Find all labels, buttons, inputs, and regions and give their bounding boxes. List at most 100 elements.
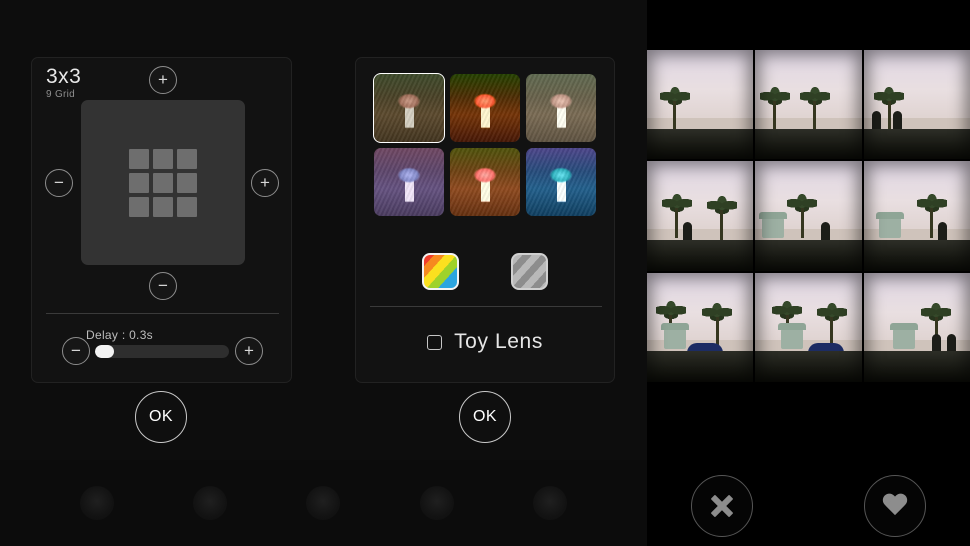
- palm-trunk: [800, 207, 804, 238]
- photo-cell[interactable]: [755, 272, 862, 382]
- lifeguard-tower: [890, 323, 919, 350]
- grid-settings-panel: 3x3 9 Grid + − + − Delay: 0.3s − +: [31, 57, 292, 383]
- app-root: 3x3 9 Grid + − + − Delay: 0.3s − + OK T…: [0, 0, 970, 546]
- seawall-region: [755, 351, 862, 382]
- filter-thumbnail-warm[interactable]: [450, 148, 520, 216]
- color-mode-row: [356, 253, 614, 290]
- delay-slider-fill: [95, 345, 114, 358]
- background-tool-icon: [419, 486, 454, 520]
- background-tool-icon: [306, 486, 341, 520]
- seawall-region: [647, 240, 754, 271]
- grid-heading: 3x3 9 Grid: [46, 65, 81, 101]
- grid-cell: [129, 196, 149, 217]
- minus-icon: −: [54, 172, 64, 192]
- palm-trunk: [773, 100, 777, 131]
- heart-icon: [882, 494, 908, 518]
- grid-cell: [153, 172, 173, 193]
- increase-grid-rows-button[interactable]: +: [149, 66, 177, 94]
- delay-label: Delay : 0.3s: [86, 328, 153, 342]
- grayscale-swatch-icon[interactable]: [511, 253, 548, 290]
- seawall-region: [863, 351, 970, 382]
- lifeguard-tower: [758, 211, 787, 238]
- photo-cell[interactable]: [755, 50, 862, 160]
- photo-cell[interactable]: [647, 161, 754, 271]
- decrease-delay-button[interactable]: −: [62, 337, 90, 365]
- favorite-button[interactable]: [864, 475, 926, 537]
- filter-ok-button[interactable]: OK: [459, 391, 511, 443]
- filter-thumbnail-vivid[interactable]: [450, 74, 520, 142]
- seawall-region: [755, 128, 862, 160]
- grid-cell: [129, 148, 149, 169]
- minus-icon: −: [71, 340, 81, 360]
- photo-cell[interactable]: [647, 50, 754, 160]
- filter-thumbnail-faded[interactable]: [526, 74, 596, 142]
- filter-panel-divider: [370, 306, 602, 307]
- grid-cell: [177, 148, 197, 169]
- discard-button[interactable]: [691, 475, 753, 537]
- grid-preview: [81, 100, 245, 265]
- photo-cell[interactable]: [863, 161, 970, 271]
- grid-panel-divider: [46, 313, 279, 314]
- palm-tree: [706, 196, 737, 241]
- film-grain-overlay: [374, 148, 444, 216]
- palm-tree: [759, 86, 790, 131]
- close-x-icon: [709, 493, 735, 519]
- filter-thumbnail-normal[interactable]: [373, 73, 445, 143]
- palm-tree: [816, 303, 847, 348]
- palm-tree: [799, 86, 830, 131]
- lifeguard-tower: [777, 323, 806, 350]
- palm-trunk: [887, 100, 891, 131]
- filter-panel: Toy Lens: [355, 57, 615, 383]
- photo-cell[interactable]: [647, 272, 754, 382]
- film-grain-overlay: [526, 148, 596, 216]
- photo-cell[interactable]: [755, 161, 862, 271]
- lifeguard-tower: [661, 323, 689, 350]
- film-grain-overlay: [526, 74, 596, 142]
- plus-icon: +: [158, 69, 168, 89]
- grid-subtitle: 9 Grid: [46, 89, 76, 101]
- increase-delay-button[interactable]: +: [235, 337, 263, 365]
- background-tool-icon: [533, 486, 568, 520]
- seawall-region: [647, 128, 754, 160]
- grid-preview-cells: [129, 148, 197, 217]
- minus-icon: −: [158, 275, 168, 295]
- color-swatch-icon[interactable]: [422, 253, 459, 290]
- photo-cell[interactable]: [863, 50, 970, 160]
- delay-slider[interactable]: [95, 345, 229, 358]
- palm-trunk: [720, 210, 724, 241]
- seawall-region: [647, 351, 754, 382]
- palm-tree: [702, 303, 733, 348]
- palm-trunk: [675, 207, 679, 238]
- background-tool-icon: [193, 486, 228, 520]
- plus-icon: +: [260, 172, 270, 192]
- seawall-region: [863, 128, 970, 160]
- grid-cell: [177, 172, 197, 193]
- film-grain-overlay: [450, 148, 520, 216]
- filter-thumbnail-purple[interactable]: [374, 148, 444, 216]
- palm-tree: [787, 193, 818, 238]
- palm-tree: [659, 86, 690, 131]
- photo-preview-panel: [647, 0, 970, 546]
- palm-trunk: [715, 317, 719, 348]
- grid-ok-button[interactable]: OK: [135, 391, 187, 443]
- grid-cell: [153, 196, 173, 217]
- film-grain-overlay: [374, 74, 444, 142]
- photo-grid: [647, 50, 970, 382]
- toy-lens-toggle[interactable]: Toy Lens: [356, 330, 614, 354]
- seawall-region: [863, 240, 970, 271]
- decrease-grid-columns-button[interactable]: −: [45, 169, 73, 197]
- grid-cell: [177, 196, 197, 217]
- background-tool-icon: [79, 486, 114, 520]
- plus-icon: +: [244, 340, 254, 360]
- toy-lens-label: Toy Lens: [454, 330, 543, 353]
- film-grain-overlay: [450, 74, 520, 142]
- decrease-grid-rows-button[interactable]: −: [149, 272, 177, 300]
- background-toolbar: [0, 460, 647, 546]
- toy-lens-checkbox[interactable]: [427, 334, 443, 350]
- filter-thumbnail-grid: [373, 73, 596, 216]
- palm-trunk: [673, 100, 677, 131]
- increase-grid-columns-button[interactable]: +: [251, 169, 279, 197]
- filter-thumbnail-blue[interactable]: [526, 148, 596, 216]
- photo-cell[interactable]: [863, 272, 970, 382]
- grid-cell: [129, 172, 149, 193]
